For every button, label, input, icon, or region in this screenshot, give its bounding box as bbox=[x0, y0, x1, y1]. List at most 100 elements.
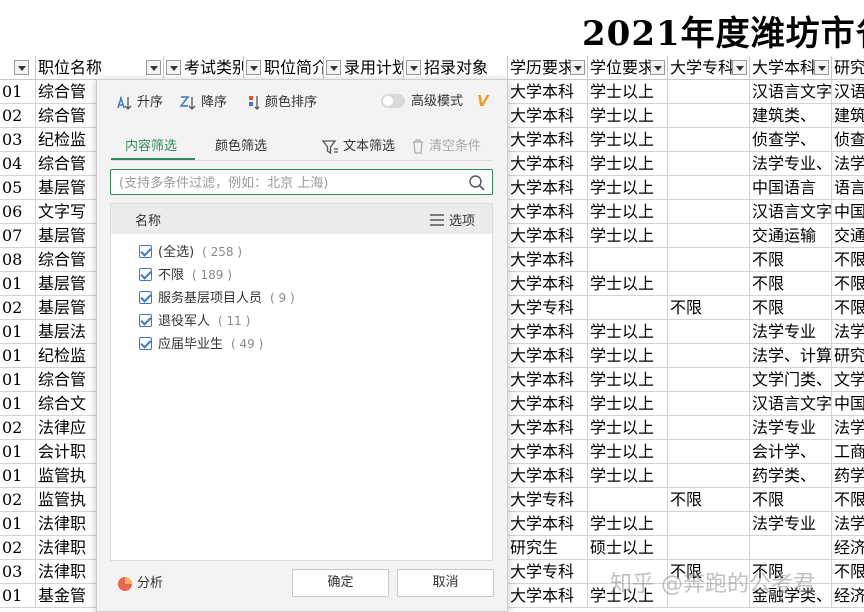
filter-search-input[interactable] bbox=[117, 172, 461, 194]
table-cell[interactable]: 大学本科 bbox=[508, 584, 588, 608]
filter-dropdown-icon[interactable] bbox=[166, 60, 181, 75]
table-cell[interactable]: 大学本科 bbox=[508, 320, 588, 344]
table-cell[interactable]: 学士以上 bbox=[588, 80, 668, 104]
table-cell[interactable]: 07 bbox=[0, 224, 36, 248]
table-cell[interactable]: 04 bbox=[0, 152, 36, 176]
table-cell[interactable]: 经济 bbox=[832, 536, 864, 560]
table-cell[interactable]: 不限 bbox=[832, 560, 864, 584]
table-cell[interactable] bbox=[668, 320, 750, 344]
filter-dropdown-icon[interactable] bbox=[246, 60, 261, 75]
table-cell[interactable]: 文学 bbox=[832, 368, 864, 392]
table-cell[interactable]: 不限 bbox=[832, 488, 864, 512]
column-header-hiring-plan[interactable]: 录用计划 bbox=[324, 56, 404, 80]
table-cell[interactable] bbox=[668, 104, 750, 128]
table-cell[interactable]: 学士以上 bbox=[588, 368, 668, 392]
table-cell[interactable]: 学士以上 bbox=[588, 224, 668, 248]
analysis-button[interactable]: 分析 bbox=[117, 574, 163, 594]
list-item[interactable]: 退役军人( 11 ) bbox=[139, 311, 250, 331]
cancel-button[interactable]: 取消 bbox=[397, 569, 494, 597]
checkbox[interactable] bbox=[139, 314, 152, 327]
table-cell[interactable]: 大学本科 bbox=[508, 200, 588, 224]
column-header-graduate[interactable]: 研究生 bbox=[832, 56, 864, 80]
table-cell[interactable]: 药学 bbox=[832, 464, 864, 488]
table-cell[interactable]: 学士以上 bbox=[588, 440, 668, 464]
table-cell[interactable]: 01 bbox=[0, 344, 36, 368]
table-cell[interactable]: 大学本科 bbox=[508, 152, 588, 176]
table-cell[interactable]: 01 bbox=[0, 368, 36, 392]
column-header-degree[interactable]: 学位要求 bbox=[588, 56, 668, 80]
table-cell[interactable] bbox=[668, 248, 750, 272]
table-cell[interactable]: 不限 bbox=[750, 272, 832, 296]
ok-button[interactable]: 确定 bbox=[292, 569, 389, 597]
table-cell[interactable]: 建筑类、 bbox=[750, 104, 832, 128]
column-header-code[interactable] bbox=[0, 56, 36, 80]
table-cell[interactable]: 语言 bbox=[832, 176, 864, 200]
advanced-mode-toggle[interactable] bbox=[381, 94, 405, 108]
options-button[interactable]: 选项 bbox=[429, 210, 475, 229]
table-cell[interactable] bbox=[668, 464, 750, 488]
table-cell[interactable]: 大学本科 bbox=[508, 176, 588, 200]
table-cell[interactable]: 不限 bbox=[668, 488, 750, 512]
table-cell[interactable]: 大学本科 bbox=[508, 80, 588, 104]
table-cell[interactable] bbox=[750, 536, 832, 560]
filter-dropdown-icon[interactable] bbox=[570, 60, 585, 75]
table-cell[interactable]: 08 bbox=[0, 248, 36, 272]
table-cell[interactable]: 法学 bbox=[832, 152, 864, 176]
checkbox[interactable] bbox=[139, 245, 152, 258]
table-cell[interactable]: 不限 bbox=[750, 488, 832, 512]
table-cell[interactable] bbox=[668, 152, 750, 176]
table-cell[interactable]: 法学专业 bbox=[750, 512, 832, 536]
filter-dropdown-icon[interactable] bbox=[146, 60, 161, 75]
table-cell[interactable]: 不限 bbox=[750, 248, 832, 272]
table-cell[interactable]: 学士以上 bbox=[588, 128, 668, 152]
table-cell[interactable]: 不限 bbox=[668, 296, 750, 320]
filter-dropdown-icon[interactable] bbox=[650, 60, 665, 75]
table-cell[interactable]: 不限 bbox=[832, 272, 864, 296]
checkbox[interactable] bbox=[139, 268, 152, 281]
table-cell[interactable]: 学士以上 bbox=[588, 464, 668, 488]
table-cell[interactable]: 01 bbox=[0, 320, 36, 344]
table-cell[interactable]: 02 bbox=[0, 488, 36, 512]
column-header-target-group[interactable]: 招录对象 bbox=[404, 56, 508, 80]
table-cell[interactable]: 法学专业、 bbox=[750, 152, 832, 176]
table-cell[interactable] bbox=[668, 536, 750, 560]
table-cell[interactable]: 交通运输 bbox=[750, 224, 832, 248]
list-item[interactable]: 服务基层项目人员( 9 ) bbox=[139, 288, 295, 308]
table-cell[interactable]: 大学专科 bbox=[508, 560, 588, 584]
table-cell[interactable]: 法学 bbox=[832, 512, 864, 536]
column-header-college[interactable]: 大学专科 bbox=[668, 56, 750, 80]
table-cell[interactable]: 不限 bbox=[832, 296, 864, 320]
table-cell[interactable] bbox=[668, 200, 750, 224]
table-cell[interactable] bbox=[668, 368, 750, 392]
column-header-education[interactable]: 学历要求 bbox=[508, 56, 588, 80]
table-cell[interactable]: 大学本科 bbox=[508, 416, 588, 440]
list-item[interactable]: 应届毕业生( 49 ) bbox=[139, 334, 263, 354]
filter-dropdown-icon[interactable] bbox=[326, 60, 341, 75]
table-cell[interactable]: 不限 bbox=[832, 248, 864, 272]
table-cell[interactable]: 学士以上 bbox=[588, 320, 668, 344]
table-cell[interactable]: 01 bbox=[0, 512, 36, 536]
clear-conditions-button[interactable]: 清空条件 bbox=[411, 136, 481, 158]
table-cell[interactable]: 大学本科 bbox=[508, 344, 588, 368]
table-cell[interactable] bbox=[588, 248, 668, 272]
table-cell[interactable] bbox=[668, 512, 750, 536]
list-item[interactable]: (全选)( 258 ) bbox=[139, 242, 242, 262]
table-cell[interactable] bbox=[668, 128, 750, 152]
table-cell[interactable]: 02 bbox=[0, 296, 36, 320]
table-cell[interactable]: 法学专业 bbox=[750, 416, 832, 440]
table-cell[interactable]: 大学专科 bbox=[508, 488, 588, 512]
table-cell[interactable]: 01 bbox=[0, 464, 36, 488]
table-cell[interactable]: 中国语言 bbox=[750, 176, 832, 200]
table-cell[interactable]: 学士以上 bbox=[588, 152, 668, 176]
table-cell[interactable]: 学士以上 bbox=[588, 416, 668, 440]
tab-content-filter[interactable]: 内容筛选 bbox=[125, 136, 177, 158]
table-cell[interactable]: 汉语言文字 bbox=[750, 80, 832, 104]
table-cell[interactable]: 学士以上 bbox=[588, 200, 668, 224]
table-cell[interactable]: 侦查学、 bbox=[750, 128, 832, 152]
table-cell[interactable]: 学士以上 bbox=[588, 104, 668, 128]
table-cell[interactable]: 02 bbox=[0, 104, 36, 128]
table-cell[interactable] bbox=[588, 488, 668, 512]
table-cell[interactable]: 侦查 bbox=[832, 128, 864, 152]
table-cell[interactable]: 大学本科 bbox=[508, 440, 588, 464]
table-cell[interactable]: 研究 bbox=[832, 344, 864, 368]
